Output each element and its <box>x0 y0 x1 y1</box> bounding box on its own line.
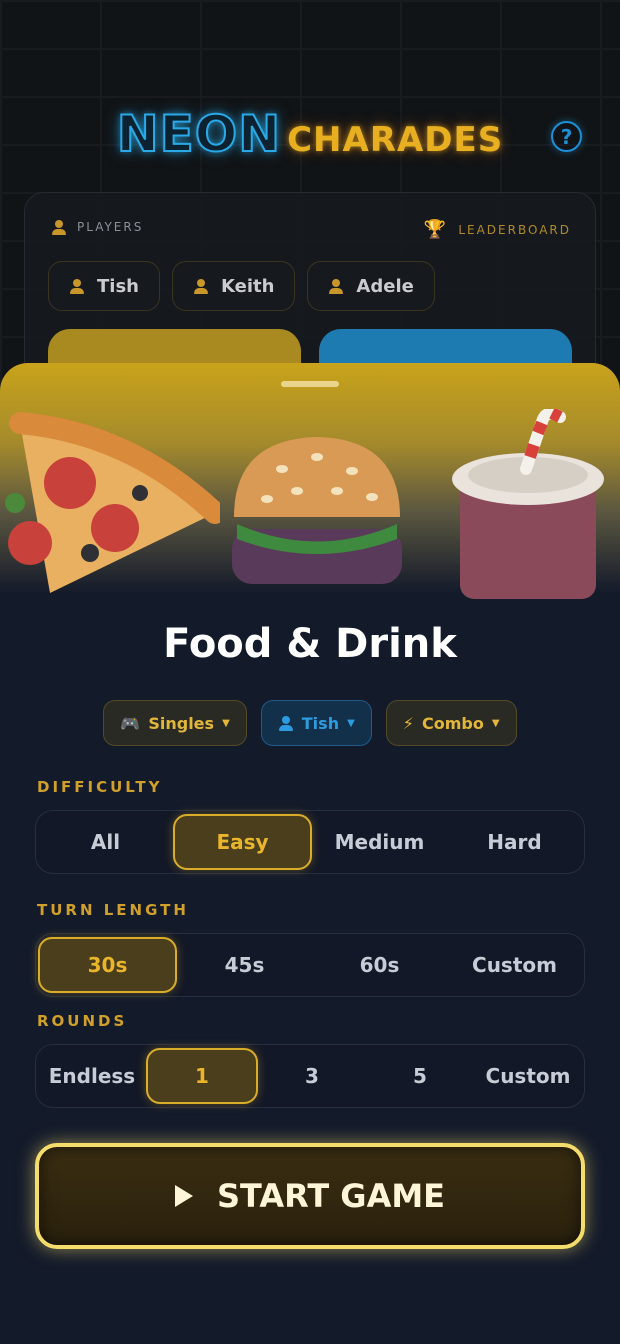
start-game-button[interactable]: START GAME <box>35 1143 585 1249</box>
category-hero-image <box>0 363 620 599</box>
app-header: NEON CHARADES <box>0 104 620 165</box>
rounds-option-endless[interactable]: Endless <box>38 1048 146 1104</box>
person-icon <box>328 278 344 294</box>
burger-illustration <box>232 437 402 584</box>
leaderboard-link[interactable]: 🏆 LEADERBOARD <box>424 219 571 240</box>
category-title: Food & Drink <box>163 621 457 667</box>
player-chip[interactable]: Adele <box>307 261 435 311</box>
difficulty-option-easy[interactable]: Easy <box>173 814 312 870</box>
players-label: PLAYERS <box>77 220 144 234</box>
player-dropdown[interactable]: Tish ▼ <box>260 700 372 746</box>
player-chip-list: Tish Keith Adele <box>48 261 435 311</box>
rounds-option-1[interactable]: 1 <box>146 1048 258 1104</box>
chevron-down-icon: ▼ <box>222 717 230 729</box>
drink-cup-illustration <box>452 409 604 599</box>
rounds-option-5[interactable]: 5 <box>366 1048 474 1104</box>
chevron-down-icon: ▼ <box>491 717 500 729</box>
chevron-down-icon: ▼ <box>347 717 355 729</box>
difficulty-option-all[interactable]: All <box>38 814 173 870</box>
player-name: Keith <box>220 275 275 297</box>
mode-value: Singles <box>148 713 215 733</box>
gamepad-icon: 🎮 <box>120 713 141 733</box>
turn-length-selector: 30s 45s 60s Custom <box>35 933 585 997</box>
pizza-illustration <box>5 412 220 593</box>
rounds-option-custom[interactable]: Custom <box>474 1048 582 1104</box>
player-chip[interactable]: Tish <box>48 261 160 311</box>
players-header: PLAYERS <box>51 219 143 235</box>
player-value: Tish <box>301 713 340 733</box>
difficulty-label: DIFFICULTY <box>37 778 163 796</box>
rounds-option-3[interactable]: 3 <box>258 1048 366 1104</box>
start-game-label: START GAME <box>216 1177 446 1215</box>
logo-neon-text: NEON <box>116 104 282 164</box>
lightning-icon: ⚡ <box>402 713 415 733</box>
person-icon <box>193 278 209 294</box>
trophy-icon: 🏆 <box>423 219 449 240</box>
player-chip[interactable]: Keith <box>171 261 296 311</box>
category-options: 🎮 Singles ▼ Tish ▼ ⚡ Combo ▼ <box>0 700 620 746</box>
difficulty-selector: All Easy Medium Hard <box>35 810 585 874</box>
play-icon <box>174 1185 193 1207</box>
difficulty-option-medium[interactable]: Medium <box>312 814 447 870</box>
turn-option-30s[interactable]: 30s <box>38 937 177 993</box>
turn-option-60s[interactable]: 60s <box>312 937 447 993</box>
difficulty-option-hard[interactable]: Hard <box>447 814 582 870</box>
rounds-label: ROUNDS <box>37 1012 128 1030</box>
mode-dropdown[interactable]: 🎮 Singles ▼ <box>103 700 247 746</box>
logo-charades-text: CHARADES <box>287 120 504 160</box>
turn-option-45s[interactable]: 45s <box>177 937 312 993</box>
players-card: PLAYERS 🏆 LEADERBOARD Tish Keith Adele <box>24 192 596 392</box>
person-icon <box>69 278 85 294</box>
type-value: Combo <box>422 713 484 733</box>
rounds-selector: Endless 1 3 5 Custom <box>35 1044 585 1108</box>
player-name: Adele <box>356 275 414 297</box>
app-logo: NEON CHARADES <box>116 104 504 164</box>
sheet-drag-handle[interactable] <box>281 381 339 387</box>
turn-option-custom[interactable]: Custom <box>447 937 582 993</box>
person-icon <box>278 715 294 731</box>
turn-length-label: TURN LENGTH <box>37 901 189 919</box>
leaderboard-label: LEADERBOARD <box>458 222 571 237</box>
help-icon[interactable]: ? <box>551 121 582 152</box>
category-bottom-sheet: Food & Drink 🎮 Singles ▼ Tish ▼ ⚡ Combo … <box>0 363 620 1344</box>
person-icon <box>51 219 67 235</box>
player-name: Tish <box>97 275 139 297</box>
type-dropdown[interactable]: ⚡ Combo ▼ <box>385 700 517 746</box>
